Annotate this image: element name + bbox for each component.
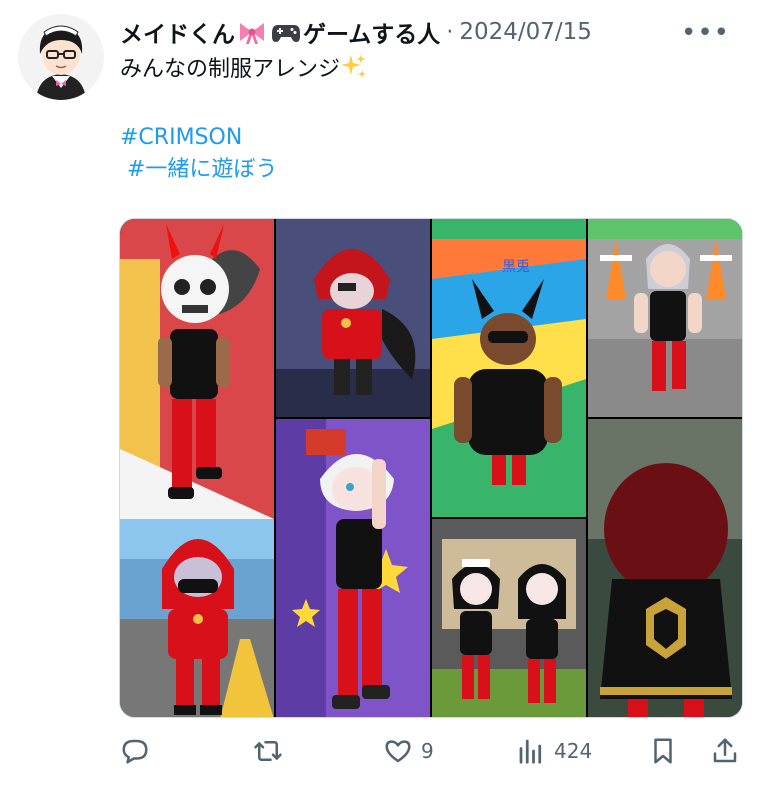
media-overlay-text: 黒兎 (502, 259, 530, 275)
header-separator: · (446, 19, 454, 45)
tweet-text: みんなの制服アレンジ #CRIMSON #一緒に遊ぼう (120, 52, 740, 186)
avatar[interactable] (18, 14, 104, 100)
hashtag-crimson[interactable]: #CRIMSON (120, 125, 242, 150)
tweet-actions: 9 424 (120, 728, 740, 774)
reply-button[interactable] (120, 728, 158, 774)
media-image-winged-character[interactable] (276, 219, 430, 417)
game-controller-emoji (271, 19, 301, 45)
like-button[interactable]: 9 (383, 728, 434, 774)
reply-icon (120, 736, 150, 766)
like-count: 9 (421, 739, 434, 763)
display-name[interactable]: メイドくん (120, 15, 235, 49)
bookmark-button[interactable] (648, 728, 678, 774)
hashtag-play-together[interactable]: #一緒に遊ぼう (127, 157, 277, 182)
heart-icon (383, 736, 413, 766)
tweet-header: メイドくん ゲームする人 · 2024/07/15 ••• (120, 14, 750, 50)
media-image-crest-cape-character[interactable] (588, 419, 742, 717)
media-image-bunny-ears-character[interactable]: 黒兎 (432, 219, 586, 517)
share-button[interactable] (710, 728, 740, 774)
media-image-white-hair-character[interactable] (276, 419, 430, 717)
tweet: メイドくん ゲームする人 · 2024/07/15 ••• みんなの制服アレンジ… (0, 0, 762, 800)
ribbon-emoji (237, 19, 267, 45)
media-grid[interactable]: 黒兎 (119, 218, 743, 718)
tweet-text-line: みんなの制服アレンジ (120, 57, 341, 82)
views-count: 424 (554, 739, 593, 763)
media-image-red-hood-character[interactable] (120, 519, 274, 717)
share-icon (710, 736, 740, 766)
media-image-silver-hair-character[interactable] (588, 219, 742, 417)
tweet-date[interactable]: 2024/07/15 (459, 19, 592, 45)
media-image-two-maids[interactable] (432, 519, 586, 717)
retweet-button[interactable] (253, 728, 291, 774)
retweet-icon (253, 736, 283, 766)
bookmark-icon (648, 736, 678, 766)
display-name-suffix[interactable]: ゲームする人 (303, 15, 440, 49)
sparkles-emoji (340, 52, 368, 80)
views-button[interactable]: 424 (516, 728, 592, 774)
views-icon (516, 736, 546, 766)
more-options-icon[interactable]: ••• (681, 18, 730, 48)
media-image-skull-character[interactable] (120, 219, 274, 519)
